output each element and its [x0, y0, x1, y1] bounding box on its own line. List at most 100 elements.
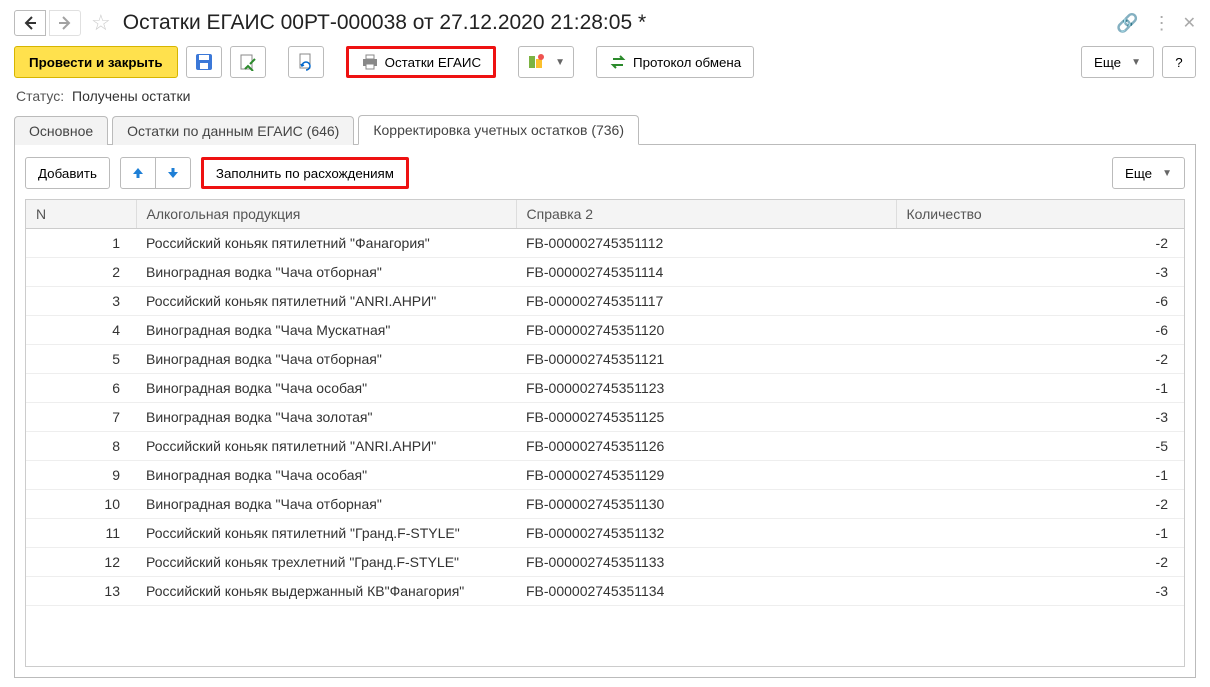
cell-product: Виноградная водка "Чача особая" [136, 461, 516, 490]
exchange-icon [609, 53, 627, 71]
col-header-qty[interactable]: Количество [896, 200, 1184, 229]
arrow-right-icon [57, 15, 73, 31]
kebab-menu-icon[interactable]: ⋮ [1153, 13, 1169, 34]
tab-main[interactable]: Основное [14, 116, 108, 145]
link-icon[interactable]: 🔗 [1116, 13, 1138, 34]
cell-product: Российский коньяк пятилетний "ANRI.АНРИ" [136, 287, 516, 316]
move-up-button[interactable] [120, 157, 156, 189]
correction-table-wrap: N Алкогольная продукция Справка 2 Количе… [25, 199, 1185, 667]
table-row[interactable]: 1Российский коньяк пятилетний "Фанагория… [26, 229, 1184, 258]
cell-qty: -2 [896, 490, 1184, 519]
cell-ref: FB-000002745351133 [516, 548, 896, 577]
table-row[interactable]: 8Российский коньяк пятилетний "ANRI.АНРИ… [26, 432, 1184, 461]
table-row[interactable]: 10Виноградная водка "Чача отборная"FB-00… [26, 490, 1184, 519]
cell-n: 4 [26, 316, 136, 345]
cell-ref: FB-000002745351123 [516, 374, 896, 403]
table-row[interactable]: 7Виноградная водка "Чача золотая"FB-0000… [26, 403, 1184, 432]
more-label: Еще [1094, 55, 1121, 70]
col-header-ref[interactable]: Справка 2 [516, 200, 896, 229]
cell-product: Российский коньяк трехлетний "Гранд.F-ST… [136, 548, 516, 577]
cell-ref: FB-000002745351126 [516, 432, 896, 461]
cell-ref: FB-000002745351120 [516, 316, 896, 345]
cell-ref: FB-000002745351112 [516, 229, 896, 258]
favorite-star-icon[interactable]: ☆ [91, 10, 111, 36]
printer-icon [361, 53, 379, 71]
tab-egais-balances[interactable]: Остатки по данным ЕГАИС (646) [112, 116, 354, 145]
help-label: ? [1175, 55, 1182, 70]
cell-product: Виноградная водка "Чача особая" [136, 374, 516, 403]
doc-refresh-icon [297, 53, 315, 71]
arrow-down-icon [165, 165, 181, 181]
cell-n: 11 [26, 519, 136, 548]
cell-product: Виноградная водка "Чача отборная" [136, 490, 516, 519]
cell-product: Российский коньяк пятилетний "Гранд.F-ST… [136, 519, 516, 548]
table-row[interactable]: 5Виноградная водка "Чача отборная"FB-000… [26, 345, 1184, 374]
close-icon[interactable]: ✕ [1183, 13, 1196, 33]
table-row[interactable]: 9Виноградная водка "Чача особая"FB-00000… [26, 461, 1184, 490]
arrow-up-icon [130, 165, 146, 181]
cell-product: Российский коньяк пятилетний "ANRI.АНРИ" [136, 432, 516, 461]
exchange-protocol-label: Протокол обмена [633, 55, 741, 70]
cell-qty: -6 [896, 287, 1184, 316]
cell-ref: FB-000002745351125 [516, 403, 896, 432]
cell-product: Российский коньяк выдержанный КВ"Фанагор… [136, 577, 516, 606]
correction-table: N Алкогольная продукция Справка 2 Количе… [26, 200, 1184, 606]
col-header-n[interactable]: N [26, 200, 136, 229]
table-row[interactable]: 3Российский коньяк пятилетний "ANRI.АНРИ… [26, 287, 1184, 316]
table-row[interactable]: 13Российский коньяк выдержанный КВ"Фанаг… [26, 577, 1184, 606]
table-row[interactable]: 12Российский коньяк трехлетний "Гранд.F-… [26, 548, 1184, 577]
save-button[interactable] [186, 46, 222, 78]
page-title: Остатки ЕГАИС 00РТ-000038 от 27.12.2020 … [119, 11, 1112, 35]
col-header-product[interactable]: Алкогольная продукция [136, 200, 516, 229]
cell-n: 2 [26, 258, 136, 287]
more-button[interactable]: Еще ▼ [1081, 46, 1154, 78]
cell-qty: -2 [896, 229, 1184, 258]
table-row[interactable]: 4Виноградная водка "Чача Мускатная"FB-00… [26, 316, 1184, 345]
arrow-left-icon [22, 15, 38, 31]
add-row-label: Добавить [38, 166, 97, 181]
cell-qty: -1 [896, 374, 1184, 403]
cell-qty: -2 [896, 345, 1184, 374]
cell-n: 9 [26, 461, 136, 490]
chevron-down-icon: ▼ [555, 57, 565, 68]
correction-table-scroll[interactable]: N Алкогольная продукция Справка 2 Количе… [26, 200, 1184, 666]
post-button[interactable] [230, 46, 266, 78]
cell-ref: FB-000002745351132 [516, 519, 896, 548]
table-row[interactable]: 2Виноградная водка "Чача отборная"FB-000… [26, 258, 1184, 287]
cell-product: Виноградная водка "Чача отборная" [136, 345, 516, 374]
cell-qty: -2 [896, 548, 1184, 577]
table-row[interactable]: 11Российский коньяк пятилетний "Гранд.F-… [26, 519, 1184, 548]
cell-ref: FB-000002745351117 [516, 287, 896, 316]
print-egais-button[interactable]: Остатки ЕГАИС [346, 46, 497, 78]
cell-n: 5 [26, 345, 136, 374]
status-label: Статус: [16, 88, 64, 104]
move-down-button[interactable] [155, 157, 191, 189]
nav-back-button[interactable] [14, 10, 46, 36]
reports-icon [527, 53, 545, 71]
cell-qty: -3 [896, 258, 1184, 287]
cell-qty: -3 [896, 577, 1184, 606]
post-and-close-button[interactable]: Провести и закрыть [14, 46, 178, 78]
inner-more-button[interactable]: Еще ▼ [1112, 157, 1185, 189]
status-line: Статус: Получены остатки [14, 88, 1196, 114]
fill-by-discrepancies-button[interactable]: Заполнить по расхождениям [201, 157, 409, 189]
inner-more-label: Еще [1125, 166, 1152, 181]
exchange-protocol-button[interactable]: Протокол обмена [596, 46, 754, 78]
refresh-doc-button[interactable] [288, 46, 324, 78]
help-button[interactable]: ? [1162, 46, 1196, 78]
table-row[interactable]: 6Виноградная водка "Чача особая"FB-00000… [26, 374, 1184, 403]
cell-qty: -1 [896, 519, 1184, 548]
tab-correction[interactable]: Корректировка учетных остатков (736) [358, 115, 639, 145]
cell-qty: -5 [896, 432, 1184, 461]
add-row-button[interactable]: Добавить [25, 157, 110, 189]
cell-ref: FB-000002745351130 [516, 490, 896, 519]
reports-dropdown-button[interactable]: ▼ [518, 46, 574, 78]
cell-n: 10 [26, 490, 136, 519]
cell-product: Виноградная водка "Чача Мускатная" [136, 316, 516, 345]
save-icon [195, 53, 213, 71]
post-and-close-label: Провести и закрыть [29, 55, 163, 70]
post-icon [239, 53, 257, 71]
cell-qty: -6 [896, 316, 1184, 345]
cell-n: 12 [26, 548, 136, 577]
cell-ref: FB-000002745351121 [516, 345, 896, 374]
